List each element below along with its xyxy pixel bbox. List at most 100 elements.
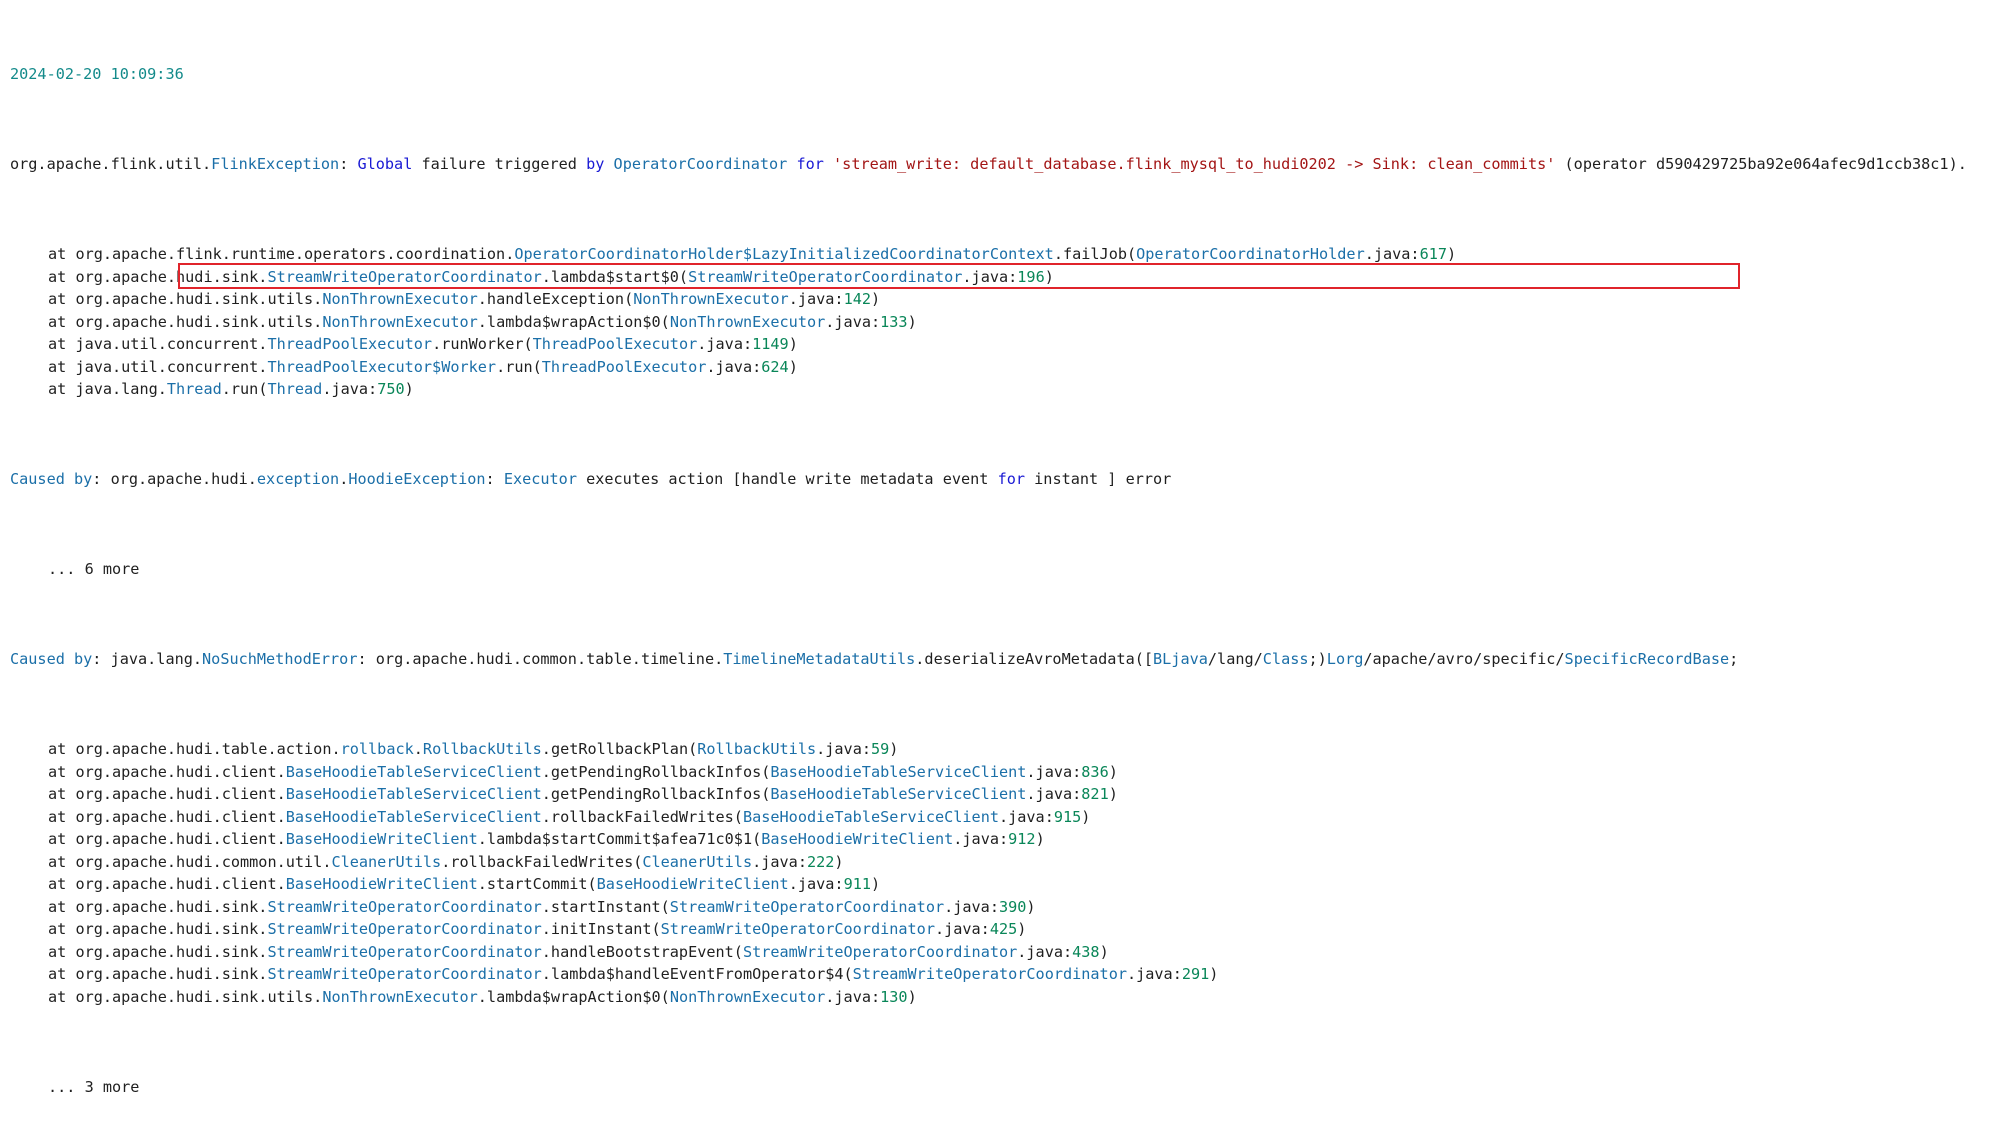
frame-cls: BaseHoodieTableServiceClient xyxy=(285,785,542,803)
stack-frame-line: at org.apache.hudi.sink.StreamWriteOpera… xyxy=(10,896,2000,919)
frame-ext: .java: xyxy=(962,267,1018,286)
frame-method: .run( xyxy=(496,357,542,376)
frame-pre: java.util.concurrent. xyxy=(75,357,268,376)
frame-cls: ThreadPoolExecutor$Worker xyxy=(267,357,497,376)
caused-by-label: Caused by xyxy=(10,650,93,668)
frame-pkg2: rollback xyxy=(340,740,414,758)
frame-ext: .java: xyxy=(998,807,1054,826)
frame-pre: org.apache.hudi.client. xyxy=(75,875,286,893)
frame-pre: org.apache.hudi.sink. xyxy=(75,267,268,286)
cause-package: java.lang. xyxy=(110,650,203,668)
frame-line: 836 xyxy=(1081,762,1109,781)
frame-ext: .java: xyxy=(1364,245,1420,263)
frame-ext: .java: xyxy=(706,357,762,376)
frame-close: ) xyxy=(404,380,414,398)
stack-frame-line: at org.apache.hudi.sink.StreamWriteOpera… xyxy=(10,963,2000,986)
frame-at: at xyxy=(48,785,76,803)
frame-ext: .java: xyxy=(1017,942,1073,961)
signature-part: ;) xyxy=(1308,650,1327,668)
frame-at: at xyxy=(48,875,76,893)
frame-ext: .java: xyxy=(1026,785,1082,803)
frame-ext: .java: xyxy=(1026,762,1082,781)
frame-ext: .java: xyxy=(322,380,378,398)
by-keyword: by xyxy=(586,155,605,173)
frame-file: StreamWriteOperatorCoordinator xyxy=(742,942,1018,961)
frame-close: ) xyxy=(834,852,844,871)
frame-line: 911 xyxy=(843,875,871,893)
stack-frame-line: at org.apache.hudi.client.BaseHoodieWrit… xyxy=(10,828,2000,851)
frame-close: ) xyxy=(788,357,798,376)
frame-cls: BaseHoodieWriteClient xyxy=(285,830,478,848)
frame-close: ) xyxy=(1026,897,1036,916)
frame-cls: RollbackUtils xyxy=(422,740,542,758)
frame-close: ) xyxy=(1035,830,1045,848)
cause-class: HoodieException xyxy=(348,470,486,488)
operator-id: (operator d590429725ba92e064afec9d1ccb38… xyxy=(1555,155,1967,173)
header-colon: : xyxy=(339,155,358,173)
frame-ext: .java: xyxy=(816,740,871,758)
frame-file: ThreadPoolExecutor xyxy=(541,357,707,376)
stack-frame-line: at org.apache.hudi.client.BaseHoodieTabl… xyxy=(10,761,2000,784)
frame-cls: StreamWriteOperatorCoordinator xyxy=(267,267,542,286)
frame-at: at xyxy=(48,920,76,938)
method-name: .deserializeAvroMetadata([ xyxy=(915,650,1154,668)
stack-frame-line: at org.apache.hudi.sink.StreamWriteOpera… xyxy=(10,266,2000,289)
frame-file: BaseHoodieWriteClient xyxy=(761,830,954,848)
frame-line: 222 xyxy=(806,852,835,871)
frame-ext: .java: xyxy=(788,290,844,308)
frame-file: RollbackUtils xyxy=(697,740,817,758)
frame-cls: BaseHoodieTableServiceClient xyxy=(285,762,542,781)
frame-at: at xyxy=(48,762,76,781)
cause-colon: : xyxy=(357,650,376,668)
frame-file: ThreadPoolExecutor xyxy=(532,335,698,353)
signature-part: ; xyxy=(1729,650,1739,668)
stack-frames-group-1: at org.apache.flink.runtime.operators.co… xyxy=(10,243,2000,401)
frame-close: ) xyxy=(1081,807,1091,826)
frame-at: at xyxy=(48,807,76,826)
signature-part: /apache/avro/specific/ xyxy=(1363,650,1565,668)
frame-line: 425 xyxy=(989,920,1018,938)
stack-frame-line: at org.apache.hudi.sink.utils.NonThrownE… xyxy=(10,288,2000,311)
frame-method: .handleException( xyxy=(477,290,634,308)
frame-at: at xyxy=(48,267,76,286)
frame-pre: org.apache.hudi.client. xyxy=(75,807,286,826)
frame-close: ) xyxy=(788,335,798,353)
frame-close: ) xyxy=(1017,920,1027,938)
frame-method: .rollbackFailedWrites( xyxy=(441,852,643,871)
header-space xyxy=(604,155,613,173)
frame-pre: org.apache.hudi.sink. xyxy=(75,965,268,983)
frame-method: .initInstant( xyxy=(541,920,661,938)
stack-frame-line: at org.apache.hudi.sink.utils.NonThrownE… xyxy=(10,986,2000,1009)
stack-frame-line: at org.apache.hudi.table.action.rollback… xyxy=(10,738,2000,761)
frame-method: .handleBootstrapEvent( xyxy=(541,942,743,961)
frame-cls: NonThrownExecutor xyxy=(322,312,478,331)
frame-cls: StreamWriteOperatorCoordinator xyxy=(267,920,542,938)
frame-file: OperatorCoordinatorHolder xyxy=(1136,245,1365,263)
frame-file: StreamWriteOperatorCoordinator xyxy=(660,920,935,938)
failure-text: failure triggered xyxy=(412,155,587,173)
frame-file: NonThrownExecutor xyxy=(669,987,826,1006)
for-keyword: for xyxy=(796,155,824,173)
frame-line: 291 xyxy=(1181,965,1210,983)
global-keyword: Global xyxy=(357,155,413,173)
exception-class: FlinkException xyxy=(211,155,340,173)
frame-method: .startCommit( xyxy=(477,875,597,893)
frame-method: .getRollbackPlan( xyxy=(541,740,698,758)
frame-at: at xyxy=(48,290,76,308)
frame-pre: org.apache.flink.runtime.operators.coord… xyxy=(75,245,515,263)
frame-at: at xyxy=(48,357,76,376)
stack-frames-group-2: at org.apache.hudi.table.action.rollback… xyxy=(10,738,2000,1008)
frame-pre: org.apache.hudi.common.util. xyxy=(75,852,332,871)
frame-ext: .java: xyxy=(1126,965,1182,983)
frame-file: StreamWriteOperatorCoordinator xyxy=(852,965,1127,983)
stack-frame-line: at org.apache.hudi.client.BaseHoodieTabl… xyxy=(10,783,2000,806)
cause-colon: : xyxy=(92,470,111,488)
frame-ext: .java: xyxy=(697,335,753,353)
frame-line: 1149 xyxy=(752,335,789,353)
frame-ext: .java: xyxy=(944,897,999,916)
frame-cls: ThreadPoolExecutor xyxy=(267,335,433,353)
frame-method: .startInstant( xyxy=(541,897,670,916)
frame-pre: org.apache.hudi.table.action. xyxy=(75,740,341,758)
frame-method: .getPendingRollbackInfos( xyxy=(541,785,771,803)
signature-part: /lang/ xyxy=(1207,650,1263,668)
